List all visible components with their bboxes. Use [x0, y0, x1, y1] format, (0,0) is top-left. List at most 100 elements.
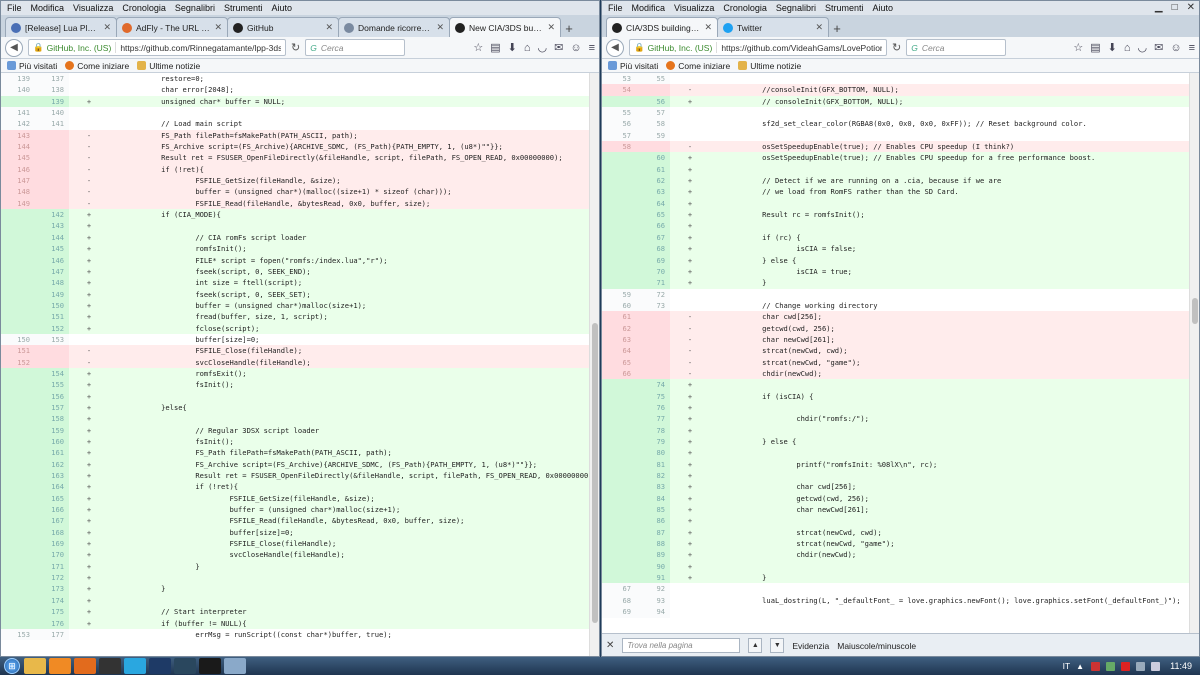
home-icon[interactable]: ⌂: [1124, 42, 1131, 54]
old-line-number[interactable]: 54: [602, 84, 636, 96]
tab-close-icon[interactable]: ✕: [214, 22, 222, 33]
new-line-number[interactable]: [35, 197, 69, 210]
old-line-number[interactable]: [1, 95, 35, 108]
old-line-number[interactable]: [1, 299, 35, 312]
new-line-number[interactable]: 148: [35, 277, 69, 289]
new-line-number[interactable]: [636, 322, 670, 334]
new-tab-button[interactable]: +: [828, 19, 846, 37]
scrollbar[interactable]: [1189, 73, 1199, 633]
close-find-bar-icon[interactable]: ✕: [606, 640, 614, 651]
old-line-number[interactable]: 56: [602, 118, 636, 130]
new-line-number[interactable]: 85: [636, 504, 670, 516]
bookmarks-menu-icon[interactable]: ▤: [1090, 41, 1100, 54]
old-line-number[interactable]: 59: [602, 288, 636, 300]
old-line-number[interactable]: [1, 367, 35, 380]
search-input[interactable]: G Cerca: [305, 39, 406, 56]
old-line-number[interactable]: [1, 401, 35, 414]
old-line-number[interactable]: 150: [1, 333, 35, 346]
new-line-number[interactable]: [636, 345, 670, 357]
old-line-number[interactable]: [602, 538, 636, 550]
hamburger-menu-icon[interactable]: ≡: [589, 42, 595, 54]
terminal-icon[interactable]: [99, 658, 121, 674]
search-input[interactable]: G Cerca: [906, 39, 1007, 56]
menu-segnalibri[interactable]: Segnalibri: [175, 3, 215, 13]
close-icon[interactable]: ✕: [1187, 2, 1195, 13]
old-line-number[interactable]: 139: [1, 73, 35, 85]
old-line-number[interactable]: [602, 413, 636, 425]
menu-cronologia[interactable]: Cronologia: [122, 3, 166, 13]
url-bar[interactable]: 🔒 GitHub, Inc. (US) https://github.com/V…: [629, 39, 887, 56]
site-identity[interactable]: 🔒 GitHub, Inc. (US): [634, 42, 718, 53]
bookmark-latest-news[interactable]: Ultime notizie: [738, 61, 801, 71]
old-line-number[interactable]: [602, 504, 636, 516]
tab-close-icon[interactable]: ✕: [436, 22, 444, 33]
old-line-number[interactable]: [1, 458, 35, 471]
new-line-number[interactable]: 153: [35, 333, 69, 346]
bookmark-star-icon[interactable]: ☆: [473, 41, 483, 54]
bookmark-most-visited[interactable]: Più visitati: [608, 61, 658, 71]
new-line-number[interactable]: 156: [35, 390, 69, 402]
new-line-number[interactable]: 73: [636, 299, 670, 312]
new-line-number[interactable]: 91: [636, 572, 670, 584]
new-line-number[interactable]: 164: [35, 481, 69, 493]
old-line-number[interactable]: [602, 152, 636, 164]
bookmark-star-icon[interactable]: ☆: [1073, 41, 1083, 54]
firefox-icon[interactable]: [74, 658, 96, 674]
addon-icon[interactable]: ☺: [570, 42, 581, 54]
new-line-number[interactable]: 57: [636, 107, 670, 119]
back-button[interactable]: ◀: [5, 38, 23, 57]
new-line-number[interactable]: [35, 175, 69, 187]
find-input[interactable]: Trova nella pagina: [622, 638, 741, 653]
old-line-number[interactable]: [1, 492, 35, 505]
menu-cronologia[interactable]: Cronologia: [723, 3, 767, 13]
old-line-number[interactable]: 146: [1, 163, 35, 176]
new-line-number[interactable]: 140: [35, 107, 69, 119]
old-line-number[interactable]: 143: [1, 129, 35, 142]
new-line-number[interactable]: 86: [636, 515, 670, 527]
old-line-number[interactable]: [602, 197, 636, 210]
home-icon[interactable]: ⌂: [524, 42, 531, 54]
new-line-number[interactable]: 149: [35, 288, 69, 300]
new-line-number[interactable]: 58: [636, 118, 670, 130]
new-line-number[interactable]: 139: [35, 95, 69, 108]
explorer-icon[interactable]: [24, 658, 46, 674]
bookmark-getting-started[interactable]: Come iniziare: [65, 61, 129, 71]
new-line-number[interactable]: 176: [35, 617, 69, 629]
old-line-number[interactable]: [1, 390, 35, 402]
new-line-number[interactable]: [636, 311, 670, 323]
old-line-number[interactable]: [1, 243, 35, 255]
old-line-number[interactable]: [602, 243, 636, 255]
new-line-number[interactable]: 93: [636, 594, 670, 607]
old-line-number[interactable]: [602, 95, 636, 108]
reload-icon[interactable]: ↻: [892, 41, 901, 54]
new-line-number[interactable]: 168: [35, 526, 69, 539]
new-line-number[interactable]: 78: [636, 424, 670, 436]
old-line-number[interactable]: [602, 277, 636, 289]
old-line-number[interactable]: [1, 436, 35, 448]
site-identity[interactable]: 🔒 GitHub, Inc. (US): [33, 42, 117, 53]
new-line-number[interactable]: [636, 84, 670, 96]
new-line-number[interactable]: 146: [35, 254, 69, 266]
new-line-number[interactable]: 152: [35, 322, 69, 334]
old-line-number[interactable]: [602, 458, 636, 471]
old-line-number[interactable]: [1, 549, 35, 561]
tray-app-icon[interactable]: [1121, 661, 1131, 671]
bookmark-latest-news[interactable]: Ultime notizie: [137, 61, 200, 71]
new-line-number[interactable]: 137: [35, 73, 69, 85]
new-line-number[interactable]: [636, 333, 670, 346]
old-line-number[interactable]: [1, 254, 35, 266]
old-line-number[interactable]: [602, 401, 636, 414]
old-line-number[interactable]: 60: [602, 299, 636, 312]
new-line-number[interactable]: 62: [636, 175, 670, 187]
old-line-number[interactable]: [602, 560, 636, 573]
skype-icon[interactable]: [124, 658, 146, 674]
new-line-number[interactable]: 59: [636, 129, 670, 142]
pocket-icon[interactable]: ◡: [1138, 41, 1148, 54]
new-line-number[interactable]: 71: [636, 277, 670, 289]
new-line-number[interactable]: 171: [35, 560, 69, 573]
old-line-number[interactable]: [1, 515, 35, 527]
clock[interactable]: 11:49: [1166, 661, 1192, 671]
new-line-number[interactable]: 142: [35, 209, 69, 221]
new-line-number[interactable]: 94: [636, 606, 670, 618]
old-line-number[interactable]: [1, 526, 35, 539]
